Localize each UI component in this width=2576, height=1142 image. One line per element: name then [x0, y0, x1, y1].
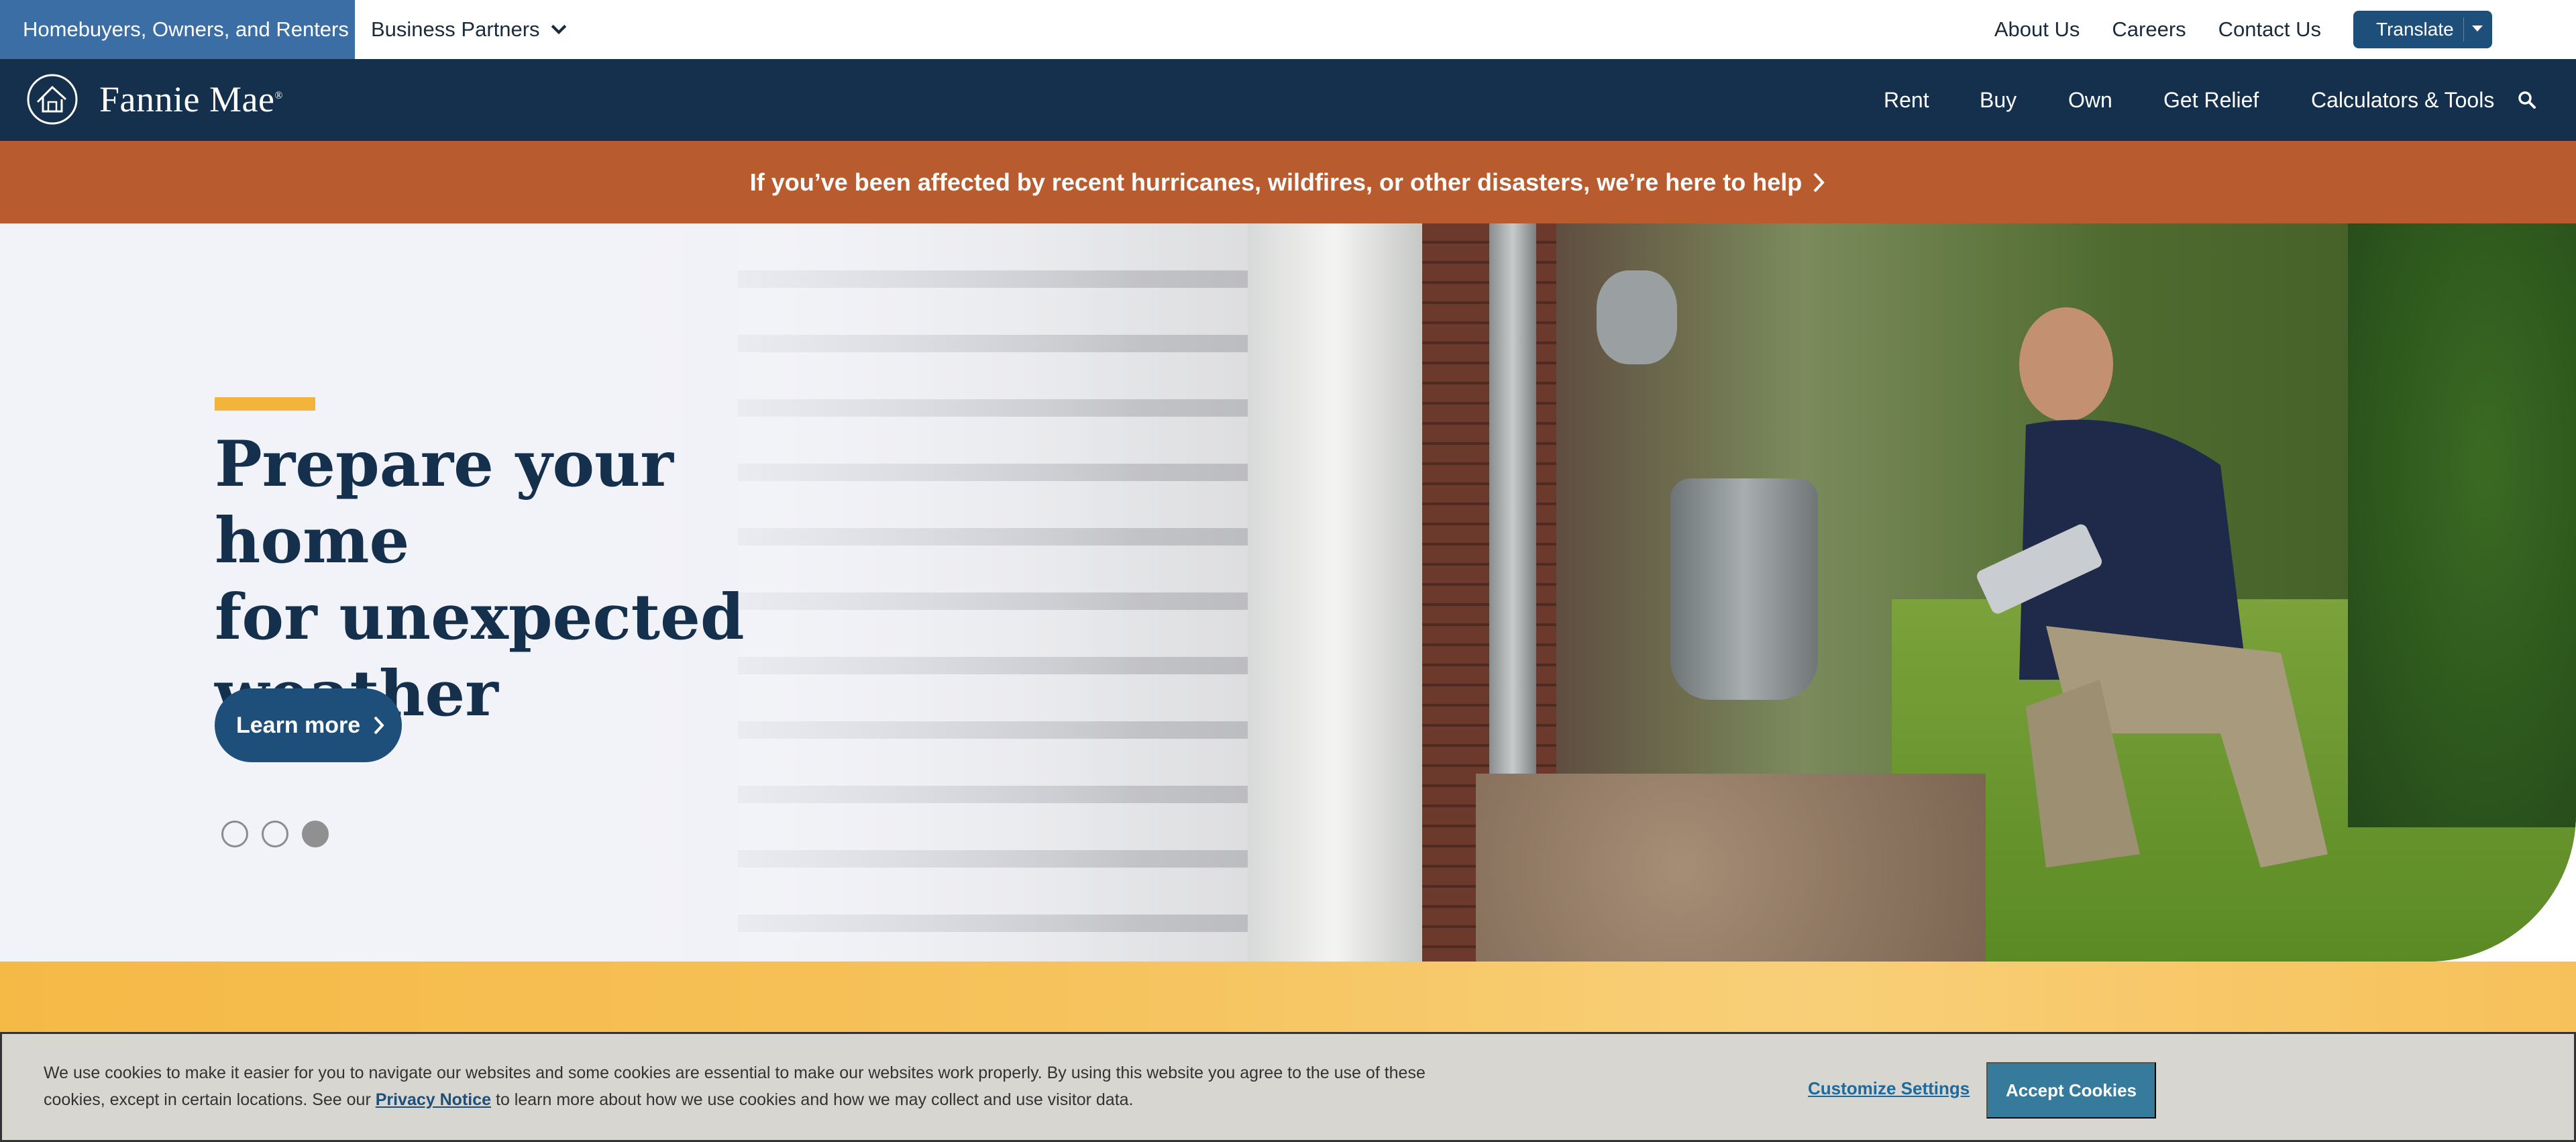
translate-label: Translate	[2376, 19, 2454, 40]
inspector-person	[1976, 307, 2328, 868]
cookie-consent-banner: We use cookies to make it easier for you…	[0, 1032, 2576, 1142]
translate-divider	[2463, 17, 2464, 42]
chevron-down-icon	[551, 24, 566, 35]
hero-title-line-2: for unexpected	[215, 580, 745, 654]
hero-title: Prepare your home for unexpected weather	[215, 426, 818, 732]
hero-title-line-1: Prepare your home	[215, 427, 674, 578]
nav-rent[interactable]: Rent	[1884, 59, 1929, 141]
caret-down-icon	[2472, 25, 2483, 32]
careers-link[interactable]: Careers	[2112, 17, 2186, 42]
cookie-message: We use cookies to make it easier for you…	[44, 1063, 1426, 1109]
about-us-link[interactable]: About Us	[1994, 17, 2080, 42]
disaster-alert-banner[interactable]: If you’ve been affected by recent hurric…	[0, 141, 2576, 223]
porch-pillar	[1248, 223, 1422, 962]
nav-buy[interactable]: Buy	[1980, 59, 2017, 141]
nav-calculators-tools[interactable]: Calculators & Tools	[2311, 59, 2494, 141]
utility-bar: Homebuyers, Owners, and Renters Business…	[0, 0, 2576, 59]
translate-button[interactable]: Translate	[2353, 11, 2492, 48]
fannie-mae-logo[interactable]: Fannie Mae®	[25, 72, 283, 126]
gas-meter	[1670, 478, 1818, 700]
carousel-dot-1[interactable]	[221, 821, 248, 847]
hero-accent-bar	[215, 397, 315, 411]
customize-settings-link[interactable]: Customize Settings	[1808, 1078, 1970, 1099]
gas-regulator	[1597, 270, 1677, 364]
contact-us-link[interactable]: Contact Us	[2218, 17, 2321, 42]
utility-links: About Us Careers Contact Us Translate	[1994, 0, 2576, 59]
registered-mark: ®	[274, 90, 284, 101]
carousel-dot-3[interactable]	[302, 821, 329, 847]
brand-name: Fannie Mae®	[99, 79, 284, 119]
chevron-right-icon	[374, 716, 384, 735]
chevron-right-icon	[1813, 172, 1825, 192]
hero-carousel: Prepare your home for unexpected weather…	[0, 223, 2576, 962]
audience-tab-label: Business Partners	[371, 17, 540, 41]
audience-tab-homebuyers[interactable]: Homebuyers, Owners, and Renters	[0, 0, 355, 59]
shrubs	[2348, 223, 2576, 827]
mulch-bed	[1476, 774, 1986, 962]
house-logo-icon	[27, 74, 78, 125]
learn-more-button[interactable]: Learn more	[215, 688, 402, 762]
accept-cookies-button[interactable]: Accept Cookies	[1986, 1062, 2156, 1119]
carousel-dot-2[interactable]	[262, 821, 288, 847]
carousel-dots	[221, 821, 329, 847]
audience-tab-business-partners[interactable]: Business Partners	[371, 0, 568, 59]
alert-text: If you’ve been affected by recent hurric…	[749, 168, 1803, 196]
main-navigation: Fannie Mae® Rent Buy Own Get Relief Calc…	[0, 59, 2576, 141]
search-icon[interactable]	[2517, 90, 2537, 110]
nav-get-relief[interactable]: Get Relief	[2163, 59, 2259, 141]
nav-own[interactable]: Own	[2068, 59, 2112, 141]
learn-more-label: Learn more	[236, 712, 361, 738]
privacy-notice-link[interactable]: Privacy Notice	[376, 1090, 491, 1109]
